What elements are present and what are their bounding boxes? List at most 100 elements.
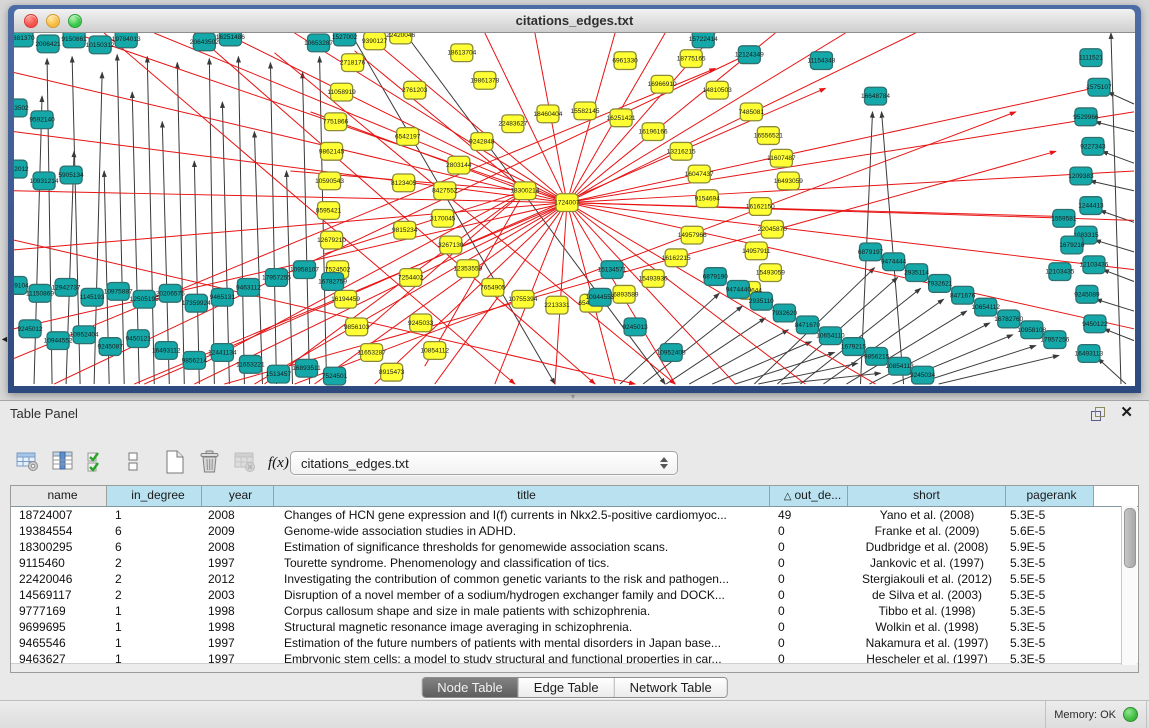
table-selector-dropdown[interactable]: citations_edges.txt bbox=[290, 451, 678, 475]
graph-edge[interactable] bbox=[303, 72, 310, 384]
graph-node-label: 18460404 bbox=[533, 111, 562, 118]
scrollbar-thumb[interactable] bbox=[1124, 508, 1136, 568]
table-row[interactable]: 946554611997Estimation of the future num… bbox=[11, 635, 1138, 651]
graph-node-label: 11607487 bbox=[767, 155, 796, 162]
cell-pr: 5.3E-5 bbox=[1006, 635, 1094, 651]
table-row[interactable]: 1872400712008Changes of HCN gene express… bbox=[11, 507, 1138, 523]
graph-node-label: 7932621 bbox=[927, 280, 953, 287]
graph-node-label: 1575107 bbox=[1086, 84, 1112, 91]
cell-out: 0 bbox=[770, 603, 848, 619]
column-header-in_degree[interactable]: in_degree bbox=[107, 486, 202, 506]
table-row[interactable]: 969969511998Structural magnetic resonanc… bbox=[11, 619, 1138, 635]
table-mode-icon[interactable] bbox=[12, 447, 44, 477]
graph-node-label: 10854112 bbox=[421, 348, 450, 355]
graph-node-label: 3919104 bbox=[14, 282, 29, 289]
minimize-button[interactable] bbox=[46, 14, 60, 28]
cell-short: Jankovic et al. (1997) bbox=[848, 555, 1006, 571]
graph-edge[interactable] bbox=[689, 330, 788, 384]
graph-edge[interactable] bbox=[117, 55, 124, 384]
graph-node-label: 16648784 bbox=[861, 93, 890, 100]
column-header-year[interactable]: year bbox=[202, 486, 274, 506]
close-button[interactable] bbox=[24, 14, 38, 28]
tab-edge-table[interactable]: Edge Table bbox=[518, 678, 614, 697]
graph-edge[interactable] bbox=[209, 59, 214, 384]
graph-node-label: 10653287 bbox=[304, 40, 333, 47]
graph-edge[interactable] bbox=[1108, 92, 1134, 104]
graph-edge[interactable] bbox=[939, 355, 1059, 384]
zoom-button[interactable] bbox=[68, 14, 82, 28]
select-all-icon[interactable] bbox=[82, 447, 114, 477]
graph-edge[interactable] bbox=[567, 171, 1134, 203]
graph-edge[interactable] bbox=[222, 102, 229, 384]
graph-node-label: 9245033 bbox=[408, 320, 434, 327]
table-panel-title: Table Panel bbox=[10, 406, 78, 421]
graph-edge[interactable] bbox=[567, 88, 1093, 202]
graph-node-label: 8427552 bbox=[432, 188, 458, 195]
graph-node-label: 1679215 bbox=[841, 344, 867, 351]
graph-edge[interactable] bbox=[882, 112, 904, 384]
network-canvas[interactable]: 1724007183002149154694160474371321621516… bbox=[14, 33, 1135, 386]
cell-pr: 5.3E-5 bbox=[1006, 555, 1094, 571]
cell-pr: 5.5E-5 bbox=[1006, 571, 1094, 587]
show-columns-icon[interactable] bbox=[47, 447, 79, 477]
graph-edge[interactable] bbox=[1098, 358, 1126, 384]
graph-edge[interactable] bbox=[1090, 181, 1134, 191]
graph-node-label: 2803144 bbox=[446, 162, 472, 169]
graph-node-label: 9150861 bbox=[61, 36, 87, 43]
graph-edge[interactable] bbox=[567, 203, 1058, 217]
window-titlebar[interactable]: citations_edges.txt bbox=[14, 9, 1135, 33]
close-panel-icon[interactable]: ✕ bbox=[1120, 404, 1133, 422]
graph-node-label: 9154694 bbox=[695, 196, 721, 203]
memory-status-icon[interactable] bbox=[1123, 707, 1138, 722]
table-tabs: Node Table Edge Table Network Table bbox=[421, 677, 728, 698]
column-header-out_degree[interactable]: △out_de... bbox=[770, 486, 848, 506]
column-header-pagerank[interactable]: pagerank bbox=[1006, 486, 1094, 506]
table-row[interactable]: 977716911998Corpus callosum shape and si… bbox=[11, 603, 1138, 619]
table-row[interactable]: 1938455462009Genome-wide association stu… bbox=[11, 523, 1138, 539]
graph-node-label: 2761203 bbox=[402, 87, 428, 94]
graph-edge[interactable] bbox=[270, 63, 276, 384]
column-header-name[interactable]: name bbox=[11, 486, 107, 506]
table-row[interactable]: 1830029562008Estimation of significance … bbox=[11, 539, 1138, 555]
table-row[interactable]: 911546021997Tourette syndrome. Phenomeno… bbox=[11, 555, 1138, 571]
graph-node-label: 20206575 bbox=[156, 290, 185, 297]
horizontal-scrollbar[interactable] bbox=[11, 663, 1138, 672]
graph-node-label: 15582145 bbox=[571, 108, 600, 115]
tab-node-table[interactable]: Node Table bbox=[422, 678, 518, 697]
graph-edge[interactable] bbox=[238, 57, 244, 384]
memory-indicator: Memory: OK bbox=[1045, 701, 1147, 728]
graph-edge[interactable] bbox=[1111, 33, 1121, 384]
cell-year: 2008 bbox=[202, 507, 274, 523]
tab-network-table[interactable]: Network Table bbox=[614, 678, 727, 697]
graph-node-label: 10952405 bbox=[657, 349, 686, 356]
graph-node-label: 9245089 bbox=[1074, 291, 1100, 298]
graph-edge[interactable] bbox=[1102, 151, 1134, 163]
graph-node-label: 9815234 bbox=[392, 227, 418, 234]
graph-node-label: 7932620 bbox=[772, 310, 798, 317]
data-table: namein_degreeyeartitle△out_de...shortpag… bbox=[10, 485, 1139, 673]
cell-title: Genome-wide association studies in ADHD. bbox=[274, 523, 770, 539]
graph-node-label: 10590543 bbox=[315, 178, 344, 185]
new-column-icon[interactable] bbox=[159, 447, 191, 477]
delete-column-icon[interactable] bbox=[194, 447, 226, 477]
graph-edge[interactable] bbox=[1095, 122, 1134, 132]
hide-rows-icon[interactable] bbox=[117, 447, 149, 477]
graph-edge[interactable] bbox=[295, 112, 1016, 384]
vertical-scrollbar[interactable] bbox=[1121, 506, 1137, 665]
graph-node-label: 9245087 bbox=[98, 344, 124, 351]
table-row[interactable]: 2242004622012Investigating the contribut… bbox=[11, 571, 1138, 587]
column-header-short[interactable]: short bbox=[848, 486, 1006, 506]
graph-edge[interactable] bbox=[567, 203, 1134, 270]
graph-node-label: 1145193 bbox=[80, 294, 105, 301]
cell-pr: 5.3E-5 bbox=[1006, 603, 1094, 619]
graph-node-label: 10975887 bbox=[104, 288, 133, 295]
cell-title: Investigating the contribution of common… bbox=[274, 571, 770, 587]
graph-node-label: 9227343 bbox=[1080, 143, 1106, 150]
graph-edge[interactable] bbox=[1096, 299, 1134, 311]
float-panel-icon[interactable] bbox=[1091, 407, 1105, 420]
column-header-title[interactable]: title bbox=[274, 486, 770, 506]
graph-edge[interactable] bbox=[1095, 240, 1134, 252]
graph-node-label: 9529966 bbox=[1073, 114, 1099, 121]
graph-edge[interactable] bbox=[34, 96, 42, 384]
table-row[interactable]: 1456911722003Disruption of a novel membe… bbox=[11, 587, 1138, 603]
